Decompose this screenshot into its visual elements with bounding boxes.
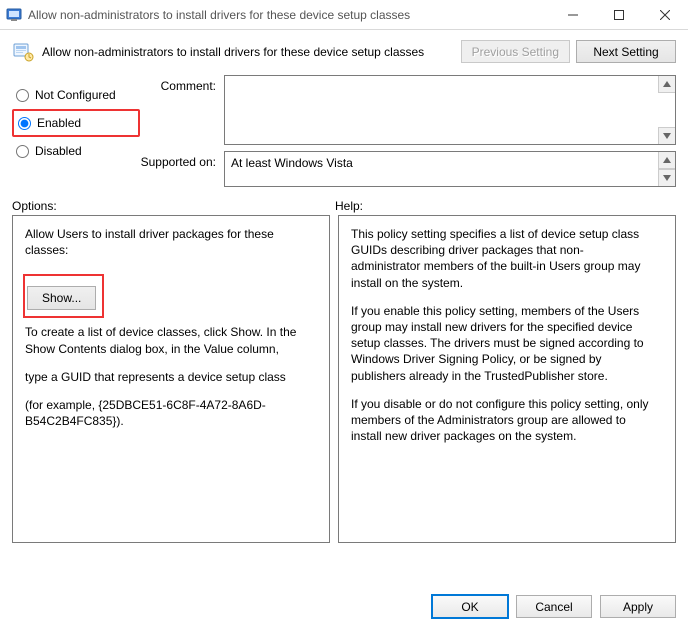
- comment-value: [225, 76, 675, 84]
- help-label: Help:: [335, 199, 363, 213]
- scroll-down-icon[interactable]: [658, 169, 675, 186]
- help-p1: This policy setting specifies a list of …: [351, 226, 653, 291]
- header-row: Allow non-administrators to install driv…: [0, 30, 688, 75]
- help-pane: This policy setting specifies a list of …: [338, 215, 676, 543]
- supported-value: At least Windows Vista: [225, 152, 675, 174]
- radio-not-configured[interactable]: Not Configured: [12, 81, 140, 109]
- scroll-down-icon[interactable]: [658, 127, 675, 144]
- help-p3: If you disable or do not configure this …: [351, 396, 653, 445]
- app-icon: [6, 7, 22, 23]
- next-setting-button[interactable]: Next Setting: [576, 40, 676, 63]
- radio-enabled-label: Enabled: [37, 116, 81, 130]
- options-line2: type a GUID that represents a device set…: [25, 369, 317, 385]
- previous-setting-button: Previous Setting: [461, 40, 570, 63]
- options-intro: Allow Users to install driver packages f…: [25, 226, 317, 258]
- titlebar: Allow non-administrators to install driv…: [0, 0, 688, 30]
- radio-enabled[interactable]: Enabled: [12, 109, 140, 137]
- radio-disabled-input[interactable]: [16, 145, 29, 158]
- radio-not-configured-label: Not Configured: [35, 88, 116, 102]
- policy-icon: [12, 41, 34, 63]
- comment-row: Comment:: [140, 75, 676, 145]
- policy-title: Allow non-administrators to install driv…: [42, 45, 455, 59]
- help-p2: If you enable this policy setting, membe…: [351, 303, 653, 384]
- comment-label: Comment:: [140, 75, 224, 93]
- close-button[interactable]: [642, 0, 688, 30]
- show-button[interactable]: Show...: [27, 286, 96, 310]
- scroll-up-icon[interactable]: [658, 152, 675, 169]
- comment-field[interactable]: [224, 75, 676, 145]
- options-line3: (for example, {25DBCE51-6C8F-4A72-8A6D-B…: [25, 397, 317, 429]
- radio-enabled-input[interactable]: [18, 117, 31, 130]
- supported-row: Supported on: At least Windows Vista: [140, 151, 676, 187]
- upper-section: Not Configured Enabled Disabled Comment:…: [0, 75, 688, 193]
- radio-disabled-label: Disabled: [35, 144, 82, 158]
- panes: Allow Users to install driver packages f…: [0, 215, 688, 543]
- cancel-button[interactable]: Cancel: [516, 595, 592, 618]
- radio-not-configured-input[interactable]: [16, 89, 29, 102]
- fields-column: Comment: Supported on: At least Windows …: [140, 75, 676, 193]
- pane-labels: Options: Help:: [0, 193, 688, 215]
- options-label: Options:: [12, 199, 335, 213]
- dialog-footer: OK Cancel Apply: [432, 595, 676, 618]
- minimize-button[interactable]: [550, 0, 596, 30]
- supported-label: Supported on:: [140, 151, 224, 169]
- ok-button[interactable]: OK: [432, 595, 508, 618]
- window-title: Allow non-administrators to install driv…: [28, 8, 550, 22]
- state-radio-group: Not Configured Enabled Disabled: [12, 75, 140, 193]
- options-pane: Allow Users to install driver packages f…: [12, 215, 330, 543]
- radio-disabled[interactable]: Disabled: [12, 137, 140, 165]
- show-button-highlight: Show...: [23, 274, 104, 318]
- maximize-button[interactable]: [596, 0, 642, 30]
- window-controls: [550, 0, 688, 29]
- supported-field: At least Windows Vista: [224, 151, 676, 187]
- options-line1: To create a list of device classes, clic…: [25, 324, 317, 356]
- scroll-up-icon[interactable]: [658, 76, 675, 93]
- apply-button[interactable]: Apply: [600, 595, 676, 618]
